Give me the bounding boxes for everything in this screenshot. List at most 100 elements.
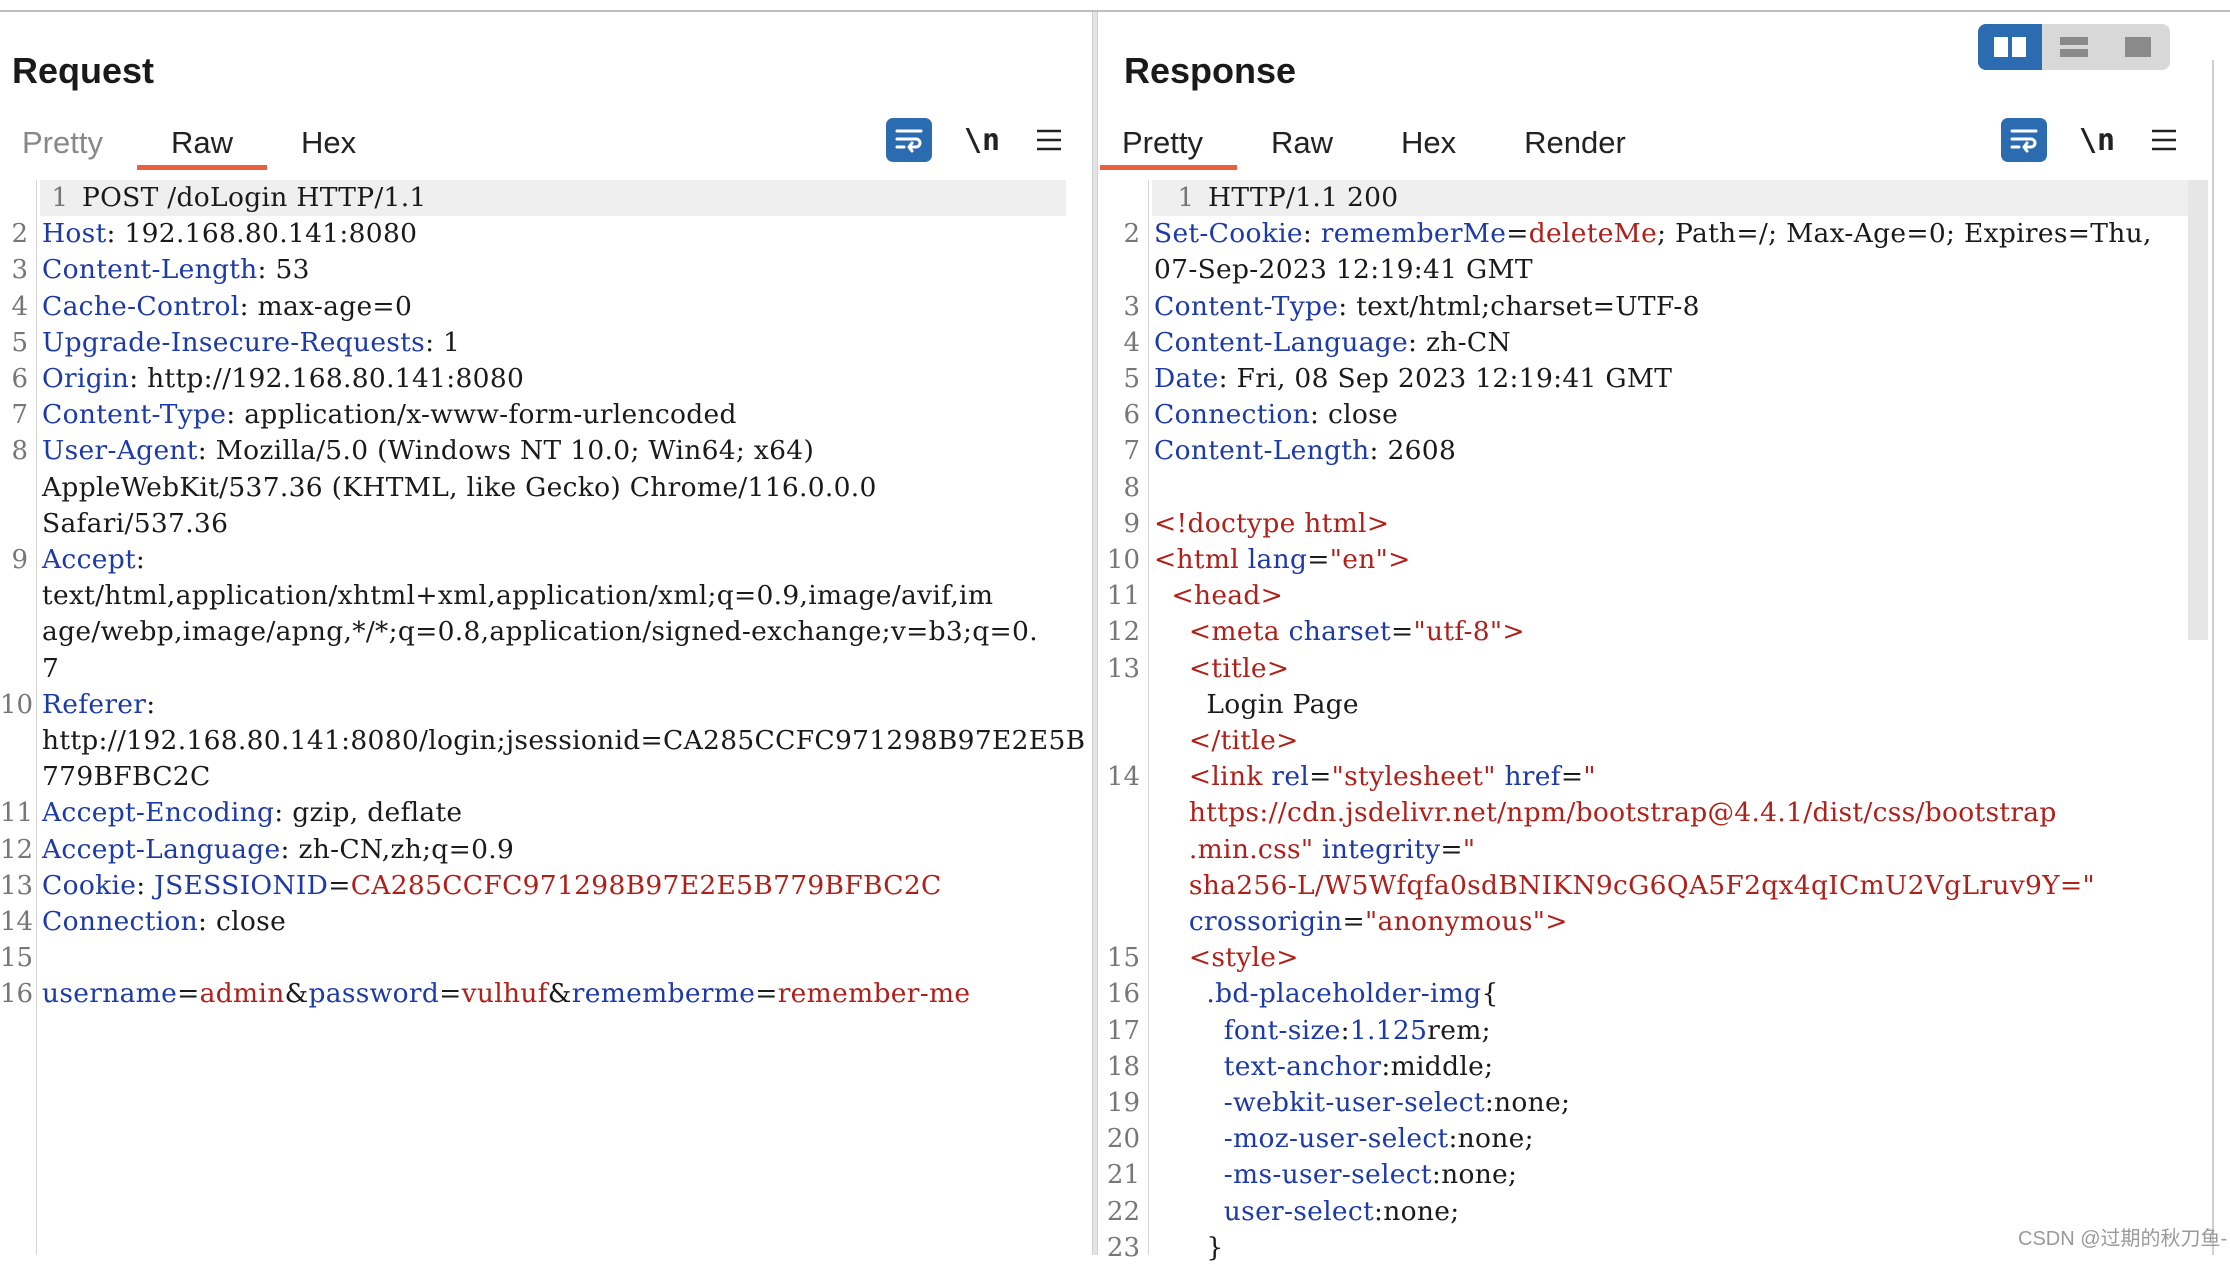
code-text: Origin: http://192.168.80.141:8080 <box>42 361 524 397</box>
request-code-line: AppleWebKit/537.36 (KHTML, like Gecko) C… <box>0 470 1092 506</box>
code-token: = <box>439 978 462 1010</box>
response-code-line: 15 <style> <box>1098 940 2230 976</box>
code-token: : 2608 <box>1369 435 1457 467</box>
line-number: 21 <box>1106 1160 1140 1191</box>
code-token: text/html,application/xhtml+xml,applicat… <box>42 580 994 612</box>
code-text: 7 <box>42 651 59 687</box>
layout-stacked-button[interactable] <box>2042 24 2106 70</box>
code-token: <head> <box>1171 580 1284 612</box>
response-toolbar: \n <box>2001 118 2177 162</box>
line-number: 13 <box>0 870 34 901</box>
watermark: CSDN @过期的秋刀鱼- <box>2018 1228 2228 1250</box>
response-tab-render[interactable]: Render <box>1490 116 1660 170</box>
response-code-line: sha256-L/W5Wfqfa0sdBNIKN9cG6QA5F2qx4qICm… <box>1098 868 2230 904</box>
code-token: Cookie <box>42 869 137 901</box>
request-wrap-button[interactable] <box>886 118 932 162</box>
request-tab-pretty[interactable]: Pretty <box>0 116 137 170</box>
layout-single-icon <box>2125 37 2151 57</box>
line-number: 12 <box>0 834 34 865</box>
response-code-line: 20 -moz-user-select:none; <box>1098 1121 2230 1157</box>
response-code-line: Login Page <box>1098 687 2230 723</box>
code-token: font-size <box>1223 1014 1341 1046</box>
request-editor[interactable]: 1 POST /doLogin HTTP/1.1 2 Host: 192.168.80… <box>0 180 1092 1255</box>
code-text: <title> <box>1154 651 1289 687</box>
code-token: = <box>1342 906 1365 937</box>
code-token: : max-age=0 <box>239 290 413 322</box>
layout-side-by-side-button[interactable] <box>1978 24 2042 70</box>
code-token: :none; <box>1431 1159 1518 1191</box>
line-number: 1 <box>1177 183 1194 213</box>
response-tab-hex[interactable]: Hex <box>1367 116 1490 170</box>
code-text: text-anchor:middle; <box>1154 1049 1493 1085</box>
code-token: : <box>136 869 155 901</box>
response-code-line: 11 <head> <box>1098 578 2230 614</box>
layout-single-button[interactable] <box>2106 24 2170 70</box>
code-token: "stylesheet" <box>1331 761 1505 793</box>
code-text: User-Agent: Mozilla/5.0 (Windows NT 10.0… <box>42 433 814 469</box>
code-token: charset <box>1288 616 1392 648</box>
code-token: </title> <box>1188 725 1299 756</box>
line-number: 16 <box>1106 979 1140 1010</box>
code-token: JSESSIONID <box>154 869 329 901</box>
code-token: AppleWebKit/537.36 (KHTML, like Gecko) C… <box>42 471 877 503</box>
response-editor[interactable]: 1 HTTP/1.1 200 2 Set-Cookie: rememberMe=del… <box>1098 180 2230 1263</box>
code-token: 7 <box>42 652 60 684</box>
code-token: = <box>1307 544 1330 575</box>
code-token: Connection <box>1154 399 1311 431</box>
code-token: vulhuf <box>461 978 548 1010</box>
code-token: :middle; <box>1381 1050 1494 1082</box>
response-code-line: 4 Content-Language: zh-CN <box>1098 325 2230 361</box>
code-text: Accept: <box>42 542 145 578</box>
code-token: Accept-Language <box>42 833 281 865</box>
request-tab-raw[interactable]: Raw <box>136 116 267 170</box>
code-token: : Fri, 08 Sep 2023 12:19:41 GMT <box>1218 363 1673 394</box>
response-wrap-button[interactable] <box>2001 118 2047 162</box>
wrap-lines-icon <box>895 129 923 153</box>
code-text: Login Page <box>1154 687 1359 723</box>
request-tab-hex[interactable]: Hex <box>267 116 390 170</box>
line-number: 23 <box>1106 1232 1140 1263</box>
code-token: :none; <box>1374 1195 1460 1227</box>
code-token: <link <box>1188 761 1272 793</box>
request-code-line: 6 Origin: http://192.168.80.141:8080 <box>0 361 1092 397</box>
response-tab-raw[interactable]: Raw <box>1237 116 1367 170</box>
code-text: Referer: <box>42 687 155 723</box>
line-number: 18 <box>1106 1051 1140 1082</box>
response-code-line: 1 HTTP/1.1 200 <box>1152 180 2188 216</box>
response-tab-pretty[interactable]: Pretty <box>1100 116 1237 170</box>
line-number: 19 <box>1106 1088 1140 1118</box>
code-text: Cache-Control: max-age=0 <box>42 289 412 325</box>
code-token: Content-Language <box>1154 326 1409 358</box>
line-number: 14 <box>0 907 34 937</box>
request-code-line: http://192.168.80.141:8080/login;jsessio… <box>0 723 1092 759</box>
response-code-line: 18 text-anchor:middle; <box>1098 1049 2230 1085</box>
code-token: = <box>1391 616 1414 648</box>
code-token: .min.css" <box>1188 833 1323 865</box>
response-menu-button[interactable] <box>2151 129 2177 151</box>
request-menu-button[interactable] <box>1036 129 1062 151</box>
response-code-line: 16 .bd-placeholder-img{ <box>1098 976 2230 1012</box>
code-text: age/webp,image/apng,*/*;q=0.8,applicatio… <box>42 614 1038 650</box>
response-newline-toggle[interactable]: \n <box>2079 123 2115 158</box>
code-text: -webkit-user-select:none; <box>1154 1085 1570 1121</box>
line-number: 9 <box>11 545 28 575</box>
code-token: :none; <box>1448 1123 1534 1155</box>
code-token: http://192.168.80.141:8080/login;jsessio… <box>42 725 1086 756</box>
line-number: 4 <box>11 291 28 322</box>
line-number: 17 <box>1106 1015 1140 1046</box>
line-number: 11 <box>1106 581 1140 612</box>
code-token: Origin <box>42 363 130 394</box>
line-number: 6 <box>11 364 28 394</box>
code-text: font-size:1.125rem; <box>1154 1013 1491 1049</box>
line-number: 3 <box>11 255 28 286</box>
code-token: : 192.168.80.141:8080 <box>106 218 418 250</box>
line-number: 20 <box>1106 1124 1140 1155</box>
line-number: 15 <box>1106 943 1140 974</box>
code-text: AppleWebKit/537.36 (KHTML, like Gecko) C… <box>42 470 877 506</box>
request-newline-toggle[interactable]: \n <box>964 123 1000 158</box>
